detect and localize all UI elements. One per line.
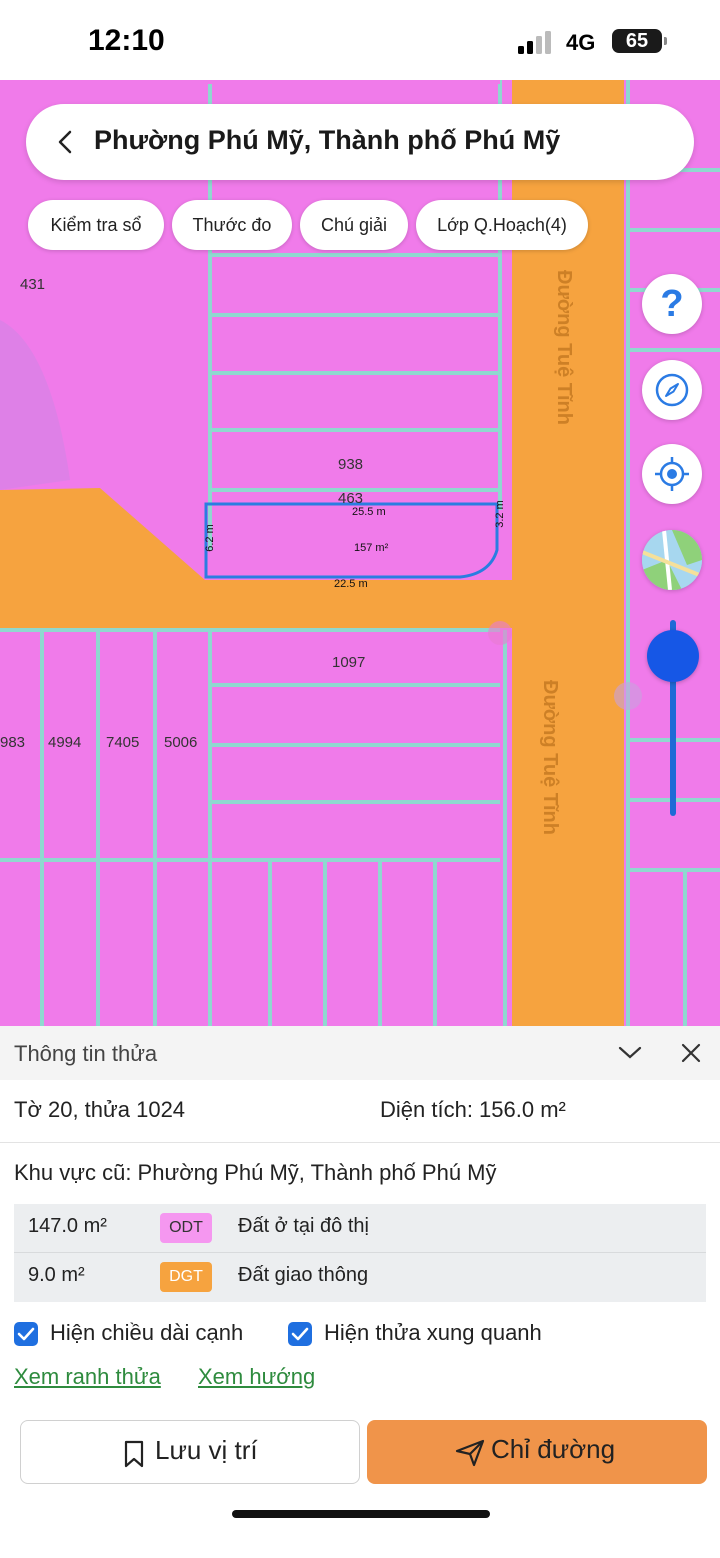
street-label: Đường Tuệ Tĩnh bbox=[539, 680, 561, 835]
map-layer-button[interactable] bbox=[642, 530, 702, 590]
parcel-area: Diện tích: 156.0 m² bbox=[380, 1097, 566, 1122]
directions-label: Chỉ đường bbox=[491, 1434, 616, 1464]
edge-length-right: 3.2 m bbox=[493, 500, 506, 528]
land-code-badge: DGT bbox=[160, 1262, 212, 1292]
show-neighbors-label[interactable]: Hiện thửa xung quanh bbox=[324, 1320, 542, 1346]
street-label: Đường Tuệ Tĩnh bbox=[553, 270, 575, 425]
land-code-badge: ODT bbox=[160, 1213, 212, 1243]
my-location-button[interactable] bbox=[642, 444, 702, 504]
bookmark-icon bbox=[124, 1440, 144, 1468]
checkmark-icon bbox=[291, 1327, 309, 1341]
show-edge-length-checkbox[interactable] bbox=[14, 1322, 38, 1346]
divider bbox=[0, 1142, 720, 1143]
status-bar: 12:10 4G 65 bbox=[0, 0, 720, 80]
close-icon[interactable] bbox=[678, 1040, 704, 1066]
edge-length-top: 25.5 m bbox=[352, 506, 386, 518]
planning-layer-chip[interactable]: Lớp Q.Hoạch(4) bbox=[416, 200, 588, 250]
back-icon[interactable] bbox=[48, 124, 84, 160]
save-location-button[interactable]: Lưu vị trí bbox=[20, 1420, 360, 1484]
parcel-number: 1097 bbox=[332, 654, 366, 671]
usage-description: Đất ở tại đô thị bbox=[238, 1215, 369, 1237]
edge-length-bottom: 22.5 m bbox=[334, 578, 368, 590]
edge-length-left: 6.2 m bbox=[203, 524, 216, 552]
help-icon: ? bbox=[660, 283, 684, 325]
status-time: 12:10 bbox=[88, 24, 165, 57]
crosshair-icon bbox=[655, 457, 689, 491]
show-neighbors-checkbox[interactable] bbox=[288, 1322, 312, 1346]
network-type: 4G bbox=[566, 30, 596, 55]
compass-button[interactable] bbox=[642, 360, 702, 420]
location-header: Phường Phú Mỹ, Thành phố Phú Mỹ bbox=[26, 104, 694, 180]
directions-button[interactable]: Chỉ đường bbox=[367, 1420, 707, 1484]
help-button[interactable]: ? bbox=[642, 274, 702, 334]
compass-icon bbox=[655, 373, 689, 407]
old-area-text: Khu vực cũ: Phường Phú Mỹ, Thành phố Phú… bbox=[14, 1160, 497, 1185]
usage-area: 147.0 m² bbox=[28, 1215, 107, 1237]
parcel-number: 5006 bbox=[164, 734, 198, 751]
view-boundary-link[interactable]: Xem ranh thửa bbox=[14, 1364, 161, 1390]
table-row: 147.0 m² ODT Đất ở tại đô thị bbox=[14, 1204, 706, 1253]
battery-icon: 65 bbox=[612, 29, 667, 53]
zoom-slider-handle[interactable] bbox=[647, 630, 699, 682]
parcel-number: 431 bbox=[20, 276, 46, 293]
land-use-table: 147.0 m² ODT Đất ở tại đô thị 9.0 m² DGT… bbox=[14, 1204, 706, 1302]
parcel-id: Tờ 20, thửa 1024 bbox=[14, 1097, 186, 1122]
parcel-number: 938 bbox=[338, 456, 364, 473]
save-location-label: Lưu vị trí bbox=[155, 1435, 258, 1465]
parcel-number: 4994 bbox=[48, 734, 82, 751]
chevron-down-icon[interactable] bbox=[616, 1042, 644, 1062]
ruler-chip[interactable]: Thước đo bbox=[172, 200, 292, 250]
usage-description: Đất giao thông bbox=[238, 1264, 369, 1286]
page-title: Phường Phú Mỹ, Thành phố Phú Mỹ bbox=[94, 125, 561, 155]
show-edge-length-label[interactable]: Hiện chiều dài cạnh bbox=[50, 1320, 243, 1346]
map-thumbnail-icon bbox=[642, 530, 702, 590]
parcel-number: 463 bbox=[338, 490, 364, 507]
parcel-info-sheet: Thông tin thửa Tờ 20, thửa 1024 Diện tíc… bbox=[0, 1026, 720, 1558]
send-icon bbox=[455, 1439, 485, 1467]
checkmark-icon bbox=[17, 1327, 35, 1341]
signal-icon bbox=[518, 31, 551, 54]
home-indicator bbox=[232, 1510, 490, 1518]
app-screen: 12:10 4G 65 431 938 463 1097 983 4994 74… bbox=[0, 0, 720, 1558]
legend-chip[interactable]: Chú giải bbox=[300, 200, 408, 250]
usage-area: 9.0 m² bbox=[28, 1264, 85, 1286]
sheet-title: Thông tin thửa bbox=[14, 1041, 158, 1066]
parcel-number: 7405 bbox=[106, 734, 140, 751]
parcel-area-label: 157 m² bbox=[354, 542, 389, 554]
check-book-chip[interactable]: Kiểm tra sổ bbox=[28, 200, 164, 250]
parcel-number: 983 bbox=[0, 734, 26, 751]
sheet-header: Thông tin thửa bbox=[0, 1026, 720, 1080]
table-row: 9.0 m² DGT Đất giao thông bbox=[14, 1253, 706, 1302]
view-direction-link[interactable]: Xem hướng bbox=[198, 1364, 315, 1390]
